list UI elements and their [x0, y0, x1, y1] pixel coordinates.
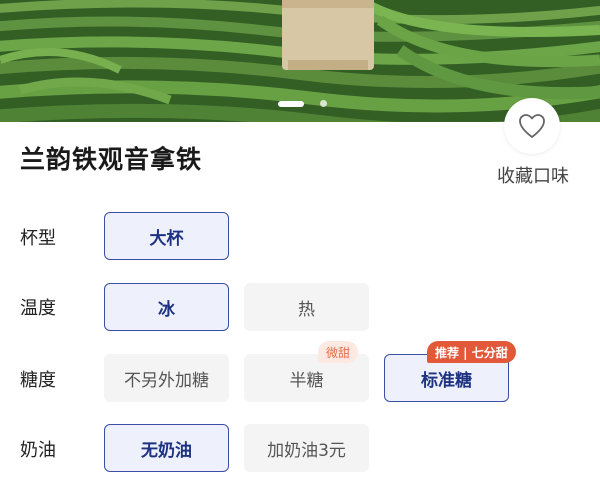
sugar-option-none[interactable]: 不另外加糖	[104, 354, 229, 402]
favorite-button[interactable]	[504, 98, 560, 154]
cup-size-label: 杯型	[20, 228, 56, 249]
temperature-option-ice[interactable]: 冰	[104, 283, 229, 331]
temperature-label: 温度	[20, 298, 56, 319]
product-hero-image	[0, 0, 600, 122]
product-title: 兰韵铁观音拿铁	[20, 145, 203, 174]
carousel-indicator[interactable]	[278, 100, 327, 107]
cream-label: 奶油	[20, 440, 56, 461]
temperature-option-hot[interactable]: 热	[244, 283, 369, 331]
sugar-half-badge: 微甜	[318, 341, 359, 363]
cream-option-add[interactable]: 加奶油3元	[244, 424, 369, 472]
heart-outline-icon	[519, 114, 545, 138]
favorite-label[interactable]: 收藏口味	[490, 162, 576, 188]
sugar-label: 糖度	[20, 370, 56, 391]
carousel-dot-active[interactable]	[278, 100, 304, 107]
cup-option-large[interactable]: 大杯	[104, 212, 229, 260]
cream-option-none[interactable]: 无奶油	[104, 424, 229, 472]
carousel-dot[interactable]	[320, 100, 327, 107]
sugar-standard-badge: 推荐 | 七分甜	[427, 341, 516, 363]
